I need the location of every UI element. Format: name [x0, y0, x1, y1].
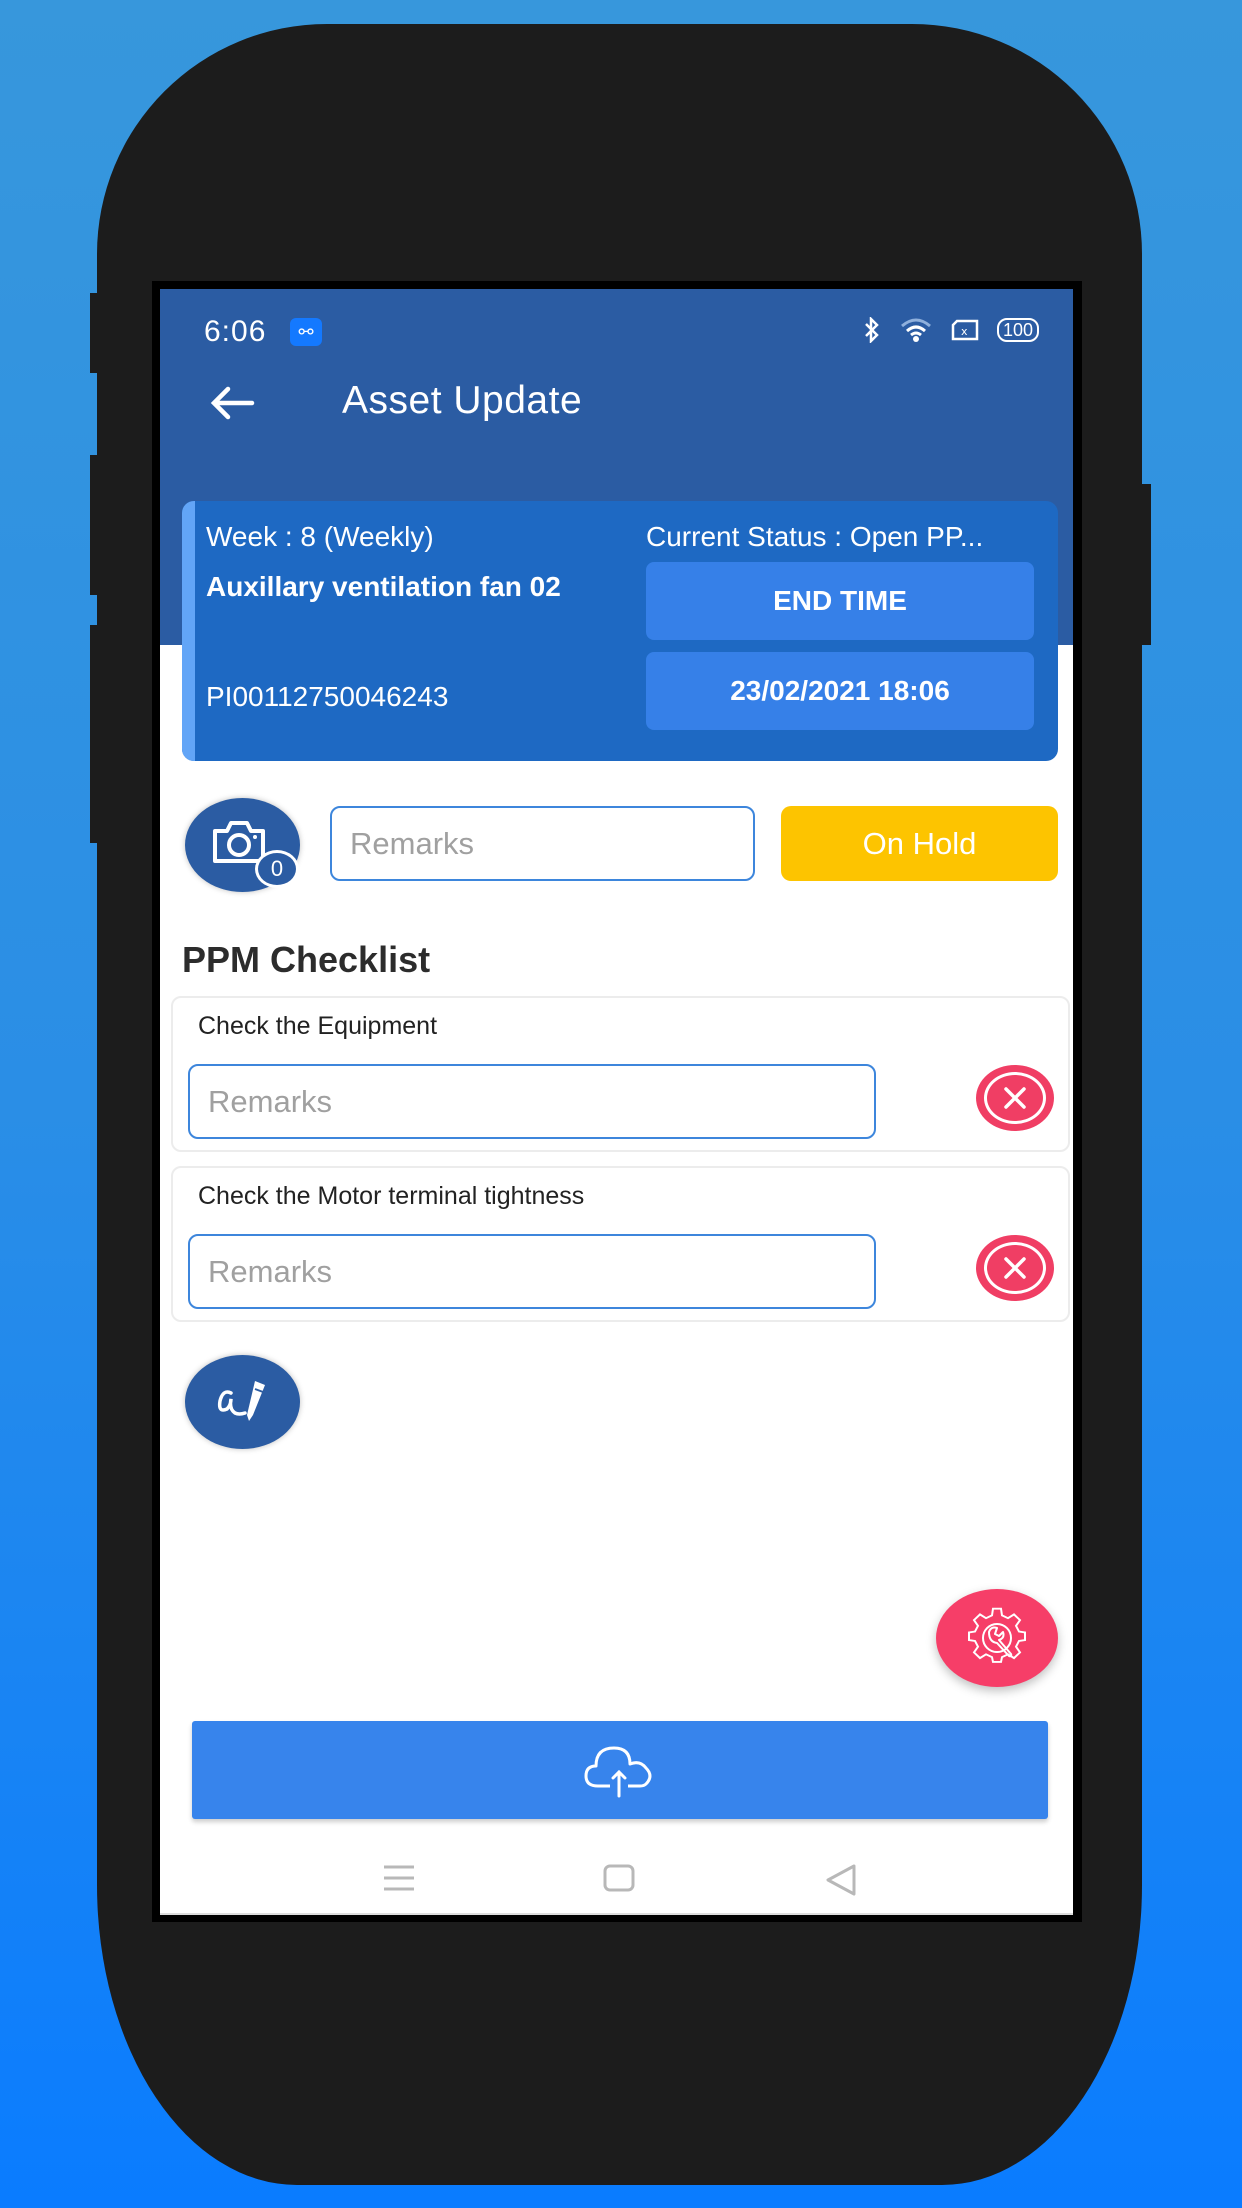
checklist-remarks-input[interactable] [188, 1234, 876, 1309]
asset-id: PI00112750046243 [206, 681, 449, 712]
asset-card: Week : 8 (Weekly) Auxillary ventilation … [182, 501, 1058, 761]
checklist-remarks-input[interactable] [188, 1064, 876, 1139]
settings-fab[interactable] [936, 1589, 1058, 1687]
signature-button[interactable] [185, 1355, 300, 1449]
camera-button[interactable]: 0 [185, 798, 300, 892]
checklist-item-label: Check the Motor terminal tightness [198, 1182, 585, 1210]
section-title: PPM Checklist [182, 939, 431, 980]
status-time: 6:06 [204, 315, 267, 348]
battery-icon: 100 [996, 318, 1039, 342]
arrow-left-icon[interactable] [204, 373, 264, 433]
wifi-icon [900, 318, 931, 342]
on-hold-button[interactable]: On Hold [781, 806, 1058, 881]
bluetooth-icon [865, 317, 879, 343]
upload-button[interactable] [192, 1721, 1048, 1819]
remarks-input[interactable] [330, 806, 755, 881]
gear-wrench-icon [968, 1607, 1026, 1663]
app-screen: 6:06 ⚯ x 100 Asset Update Week : 8 (Week… [160, 289, 1073, 1915]
end-time-button[interactable]: END TIME [646, 562, 1034, 640]
current-status: Current Status : Open PP... [646, 521, 984, 552]
checklist-item: Check the Motor terminal tightness [171, 1166, 1070, 1322]
checklist-item: Check the Equipment [171, 996, 1070, 1152]
svg-text:x: x [961, 325, 968, 338]
usb-icon: ⚯ [290, 318, 322, 346]
status-icons: x 100 [863, 317, 1039, 343]
sim-icon: x [951, 319, 979, 341]
reject-button[interactable] [976, 1235, 1054, 1301]
close-icon [1004, 1257, 1026, 1279]
reject-button[interactable] [976, 1065, 1054, 1131]
end-time-value-button[interactable]: 23/02/2021 18:06 [646, 652, 1034, 730]
card-accent-stripe [182, 501, 195, 761]
cloud-upload-icon [584, 1746, 652, 1798]
home-icon[interactable] [602, 1863, 636, 1893]
photo-count-badge: 0 [255, 850, 299, 888]
back-nav-icon[interactable] [824, 1863, 858, 1897]
menu-icon[interactable] [382, 1863, 416, 1893]
signature-icon [217, 1381, 265, 1421]
page-title: Asset Update [342, 379, 583, 422]
close-icon [1004, 1087, 1026, 1109]
asset-name: Auxillary ventilation fan 02 [206, 571, 561, 602]
system-nav-bar [160, 1849, 1073, 1915]
checklist-item-label: Check the Equipment [198, 1012, 438, 1040]
week-label: Week : 8 (Weekly) [206, 521, 434, 552]
